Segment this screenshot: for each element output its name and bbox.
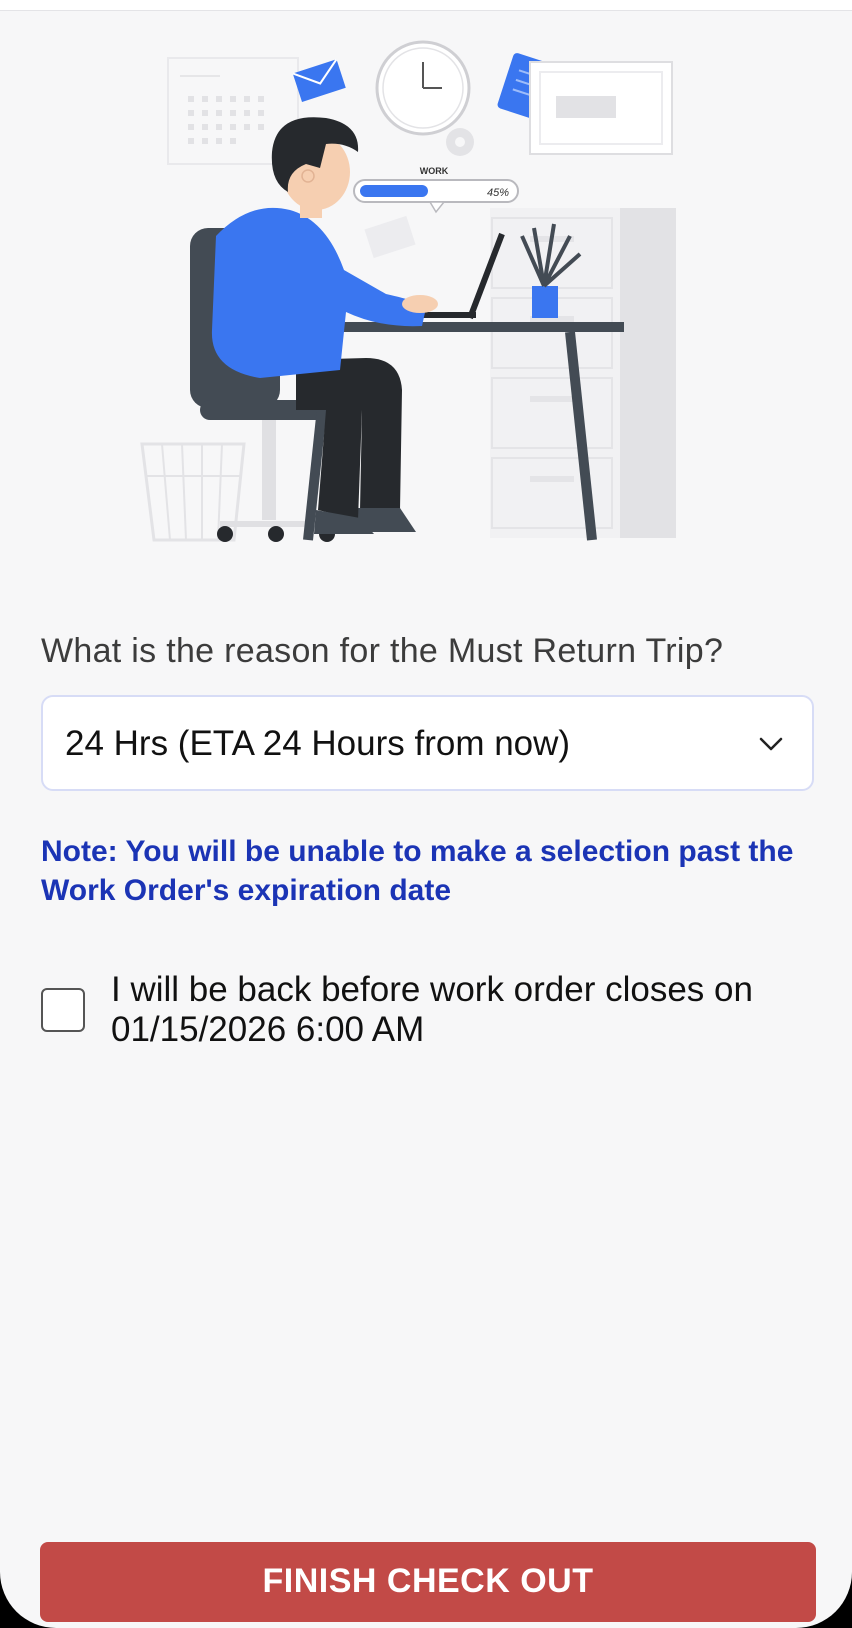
reason-select-value: 24 Hrs (ETA 24 Hours from now) — [65, 724, 571, 763]
work-illustration: WORK 45% — [140, 40, 676, 542]
progress-label: WORK — [420, 166, 449, 176]
finish-check-out-button[interactable]: FINISH CHECK OUT — [40, 1542, 816, 1622]
return-checkbox[interactable] — [41, 988, 85, 1032]
checkout-screen: WORK 45% What is the reason for the Must… — [0, 0, 852, 1628]
clock-icon — [375, 40, 471, 136]
gear-icon — [446, 128, 474, 156]
reason-select[interactable]: 24 Hrs (ETA 24 Hours from now) — [41, 695, 814, 791]
chevron-down-icon — [759, 737, 783, 751]
expiration-note: Note: You will be unable to make a selec… — [41, 835, 794, 907]
header-divider — [0, 0, 852, 11]
question-label: What is the reason for the Must Return T… — [41, 632, 724, 670]
progress-fill — [360, 185, 428, 197]
frame-icon — [529, 61, 673, 155]
return-checkbox-label[interactable]: I will be back before work order closes … — [111, 970, 811, 1050]
progress-value: 45% — [487, 187, 509, 199]
envelope-icon — [292, 58, 346, 103]
work-progress-bubble: WORK 45% — [353, 166, 519, 214]
